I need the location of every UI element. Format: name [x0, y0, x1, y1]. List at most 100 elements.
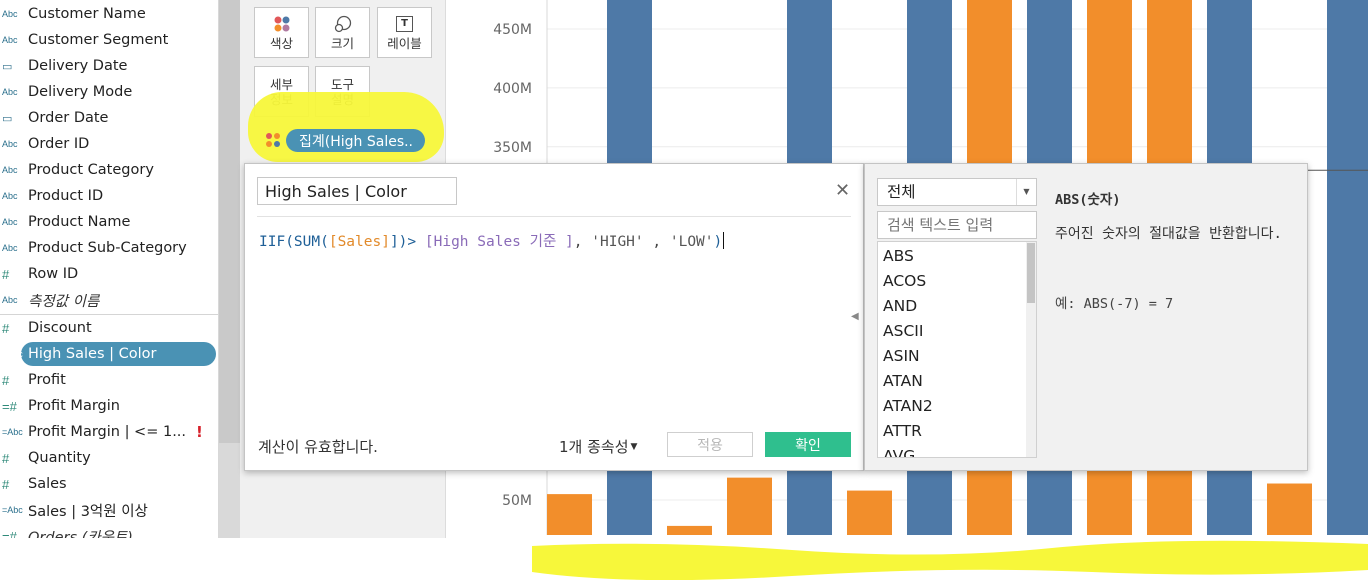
function-list-item[interactable]: AVG	[883, 447, 915, 457]
function-list-item[interactable]: ASCII	[883, 322, 923, 340]
number-type-icon: #	[2, 372, 10, 388]
field-item[interactable]: Abc Product Category	[0, 158, 218, 182]
field-item[interactable]: # Row ID	[0, 262, 218, 286]
chevron-down-icon: ▼	[1016, 179, 1036, 205]
close-icon[interactable]: ✕	[835, 180, 850, 201]
collapse-panel-icon[interactable]: ◀	[851, 311, 859, 322]
field-name: Sales	[28, 476, 67, 492]
formula-parameter: [High Sales 기준 ]	[416, 234, 574, 250]
formula-string-high: 'HIGH'	[591, 234, 644, 250]
function-list-item[interactable]: ATAN2	[883, 397, 933, 415]
editor-divider	[257, 216, 851, 217]
field-item[interactable]: Abc 측정값 이름	[0, 288, 218, 312]
date-type-icon: ▭	[2, 112, 13, 125]
string-type-icon: =Abc	[2, 427, 23, 437]
formula-editor[interactable]: IIF(SUM([Sales]])> [High Sales 기준 ], 'HI…	[259, 230, 725, 251]
function-list-scrollbar[interactable]	[1026, 242, 1036, 457]
size-mark-label: 크기	[330, 36, 354, 51]
field-name: Product Name	[28, 214, 131, 230]
bar-low[interactable]	[667, 525, 712, 535]
yellow-underline-annotation	[532, 540, 1368, 580]
formula-function: IIF(SUM(	[259, 234, 329, 250]
formula-separator: ,	[573, 234, 592, 250]
label-mark-label: 레이블	[387, 36, 422, 51]
calculation-name-input[interactable]	[257, 177, 457, 205]
apply-button[interactable]: 적용	[667, 432, 753, 457]
field-item[interactable]: Abc Customer Segment	[0, 28, 218, 52]
color-field-pill[interactable]: 집계(High Sales..	[286, 129, 425, 152]
field-item[interactable]: # Sales	[0, 472, 218, 496]
function-search-input[interactable]	[877, 211, 1037, 239]
field-item[interactable]: =Abc Profit Margin | <= 1...!	[0, 420, 218, 444]
dependencies-dropdown[interactable]: 1개 종속성 ▼	[559, 436, 637, 457]
field-item[interactable]: Abc Customer Name	[0, 2, 218, 26]
field-name: Delivery Date	[28, 58, 128, 74]
function-list-item[interactable]: ASIN	[883, 347, 920, 365]
y-tick-label: 450M	[493, 22, 532, 38]
formula-field: [Sales]	[328, 234, 390, 250]
function-example: 예: ABS(-7) = 7	[1055, 296, 1174, 312]
field-name: Quantity	[28, 450, 91, 466]
string-type-icon: Abc	[2, 191, 18, 201]
number-type-icon: #	[2, 266, 10, 282]
field-name: Delivery Mode	[28, 84, 133, 100]
pane-splitter[interactable]	[219, 0, 240, 443]
field-item[interactable]: # Profit	[0, 368, 218, 392]
calculation-editor-dialog: ✕ IIF(SUM([Sales]])> [High Sales 기준 ], '…	[244, 163, 864, 471]
field-name: Profit Margin	[28, 398, 120, 414]
field-item[interactable]: =Abc High Sales | Color	[0, 342, 218, 366]
field-item[interactable]: # Discount	[0, 316, 218, 340]
ok-button[interactable]: 확인	[765, 432, 851, 457]
field-item[interactable]: ▭ Delivery Date	[0, 54, 218, 78]
date-type-icon: ▭	[2, 60, 13, 73]
label-mark-button[interactable]: T 레이블	[377, 7, 432, 58]
bar-low[interactable]	[727, 477, 772, 535]
function-signature: ABS(숫자)	[1055, 192, 1121, 208]
function-list-item[interactable]: ABS	[883, 247, 914, 265]
field-item[interactable]: Abc Product ID	[0, 184, 218, 208]
field-item[interactable]: Abc Order ID	[0, 132, 218, 156]
field-item[interactable]: # Quantity	[0, 446, 218, 470]
field-item[interactable]: =# Profit Margin	[0, 394, 218, 418]
field-item[interactable]: ▭ Order Date	[0, 106, 218, 130]
dependencies-label: 1개 종속성	[559, 438, 629, 456]
string-type-icon: Abc	[2, 139, 18, 149]
size-mark-button[interactable]: 크기	[315, 7, 370, 58]
function-list-item[interactable]: ACOS	[883, 272, 926, 290]
color-dots-icon	[273, 14, 291, 34]
field-name: High Sales | Color	[28, 346, 157, 362]
y-tick-label: 50M	[502, 493, 532, 509]
field-name: Product ID	[28, 188, 104, 204]
string-type-icon: =Abc	[2, 349, 23, 359]
field-name: Product Sub-Category	[28, 240, 187, 256]
field-item[interactable]: Abc Product Sub-Category	[0, 236, 218, 260]
field-item[interactable]: =# Orders (카운트)	[0, 524, 218, 539]
dimension-measure-divider	[0, 314, 218, 315]
function-category-select[interactable]: 전체 ▼	[877, 178, 1037, 206]
data-pane: Abc Customer Name Abc Customer Segment ▭ Deli…	[0, 0, 219, 538]
field-name: 측정값 이름	[28, 293, 100, 310]
color-mark-button[interactable]: 색상	[254, 7, 309, 58]
scrollbar-thumb[interactable]	[1027, 243, 1035, 303]
function-description: 주어진 숫자의 절대값을 반환합니다.	[1055, 226, 1282, 242]
string-type-icon: Abc	[2, 87, 18, 97]
field-name: Sales | 3억원 이상	[28, 503, 148, 520]
field-item[interactable]: =Abc Sales | 3억원 이상	[0, 498, 218, 522]
bar-high[interactable]	[1327, 0, 1368, 535]
bar-low[interactable]	[547, 494, 592, 535]
string-type-icon: Abc	[2, 295, 18, 305]
bar-low[interactable]	[847, 490, 892, 535]
bar-low[interactable]	[1267, 483, 1312, 535]
string-type-icon: Abc	[2, 165, 18, 175]
function-list-item[interactable]: AND	[883, 297, 917, 315]
calculation-status: 계산이 유효합니다.	[258, 438, 378, 456]
color-mark-label: 색상	[269, 36, 293, 51]
text-label-icon: T	[396, 14, 413, 34]
function-list-item[interactable]: ATTR	[883, 422, 922, 440]
function-list-item[interactable]: ATAN	[883, 372, 923, 390]
string-type-icon: Abc	[2, 9, 18, 19]
field-item[interactable]: Abc Delivery Mode	[0, 80, 218, 104]
field-item[interactable]: Abc Product Name	[0, 210, 218, 234]
y-tick-label: 400M	[493, 81, 532, 97]
field-name: Customer Name	[28, 6, 146, 22]
